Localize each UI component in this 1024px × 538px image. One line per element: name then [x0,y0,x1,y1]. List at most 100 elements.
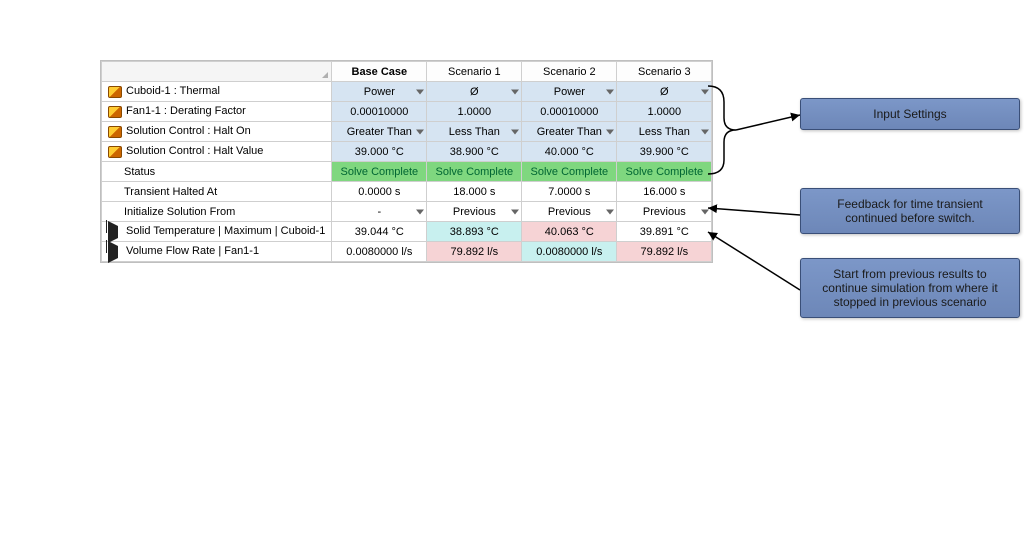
cell-value: Less Than [449,126,500,138]
grid-cell[interactable]: Ø [427,82,522,102]
grid-cell[interactable]: Previous [522,202,617,222]
row-label[interactable]: Solid Temperature | Maximum | Cuboid-1 [102,222,332,242]
row-label[interactable]: Volume Flow Rate | Fan1-1 [102,242,332,262]
goal-flag-icon [108,226,122,238]
dropdown-icon[interactable] [511,209,519,214]
grid-cell[interactable]: 39.900 °C [617,142,712,162]
grid-cell[interactable]: 38.900 °C [427,142,522,162]
grid-cell[interactable]: 18.000 s [427,182,522,202]
dropdown-icon[interactable] [606,129,614,134]
grid-cell[interactable]: Previous [617,202,712,222]
grid-cell[interactable]: Ø [617,82,712,102]
scenario-table[interactable]: Base Case Scenario 1 Scenario 2 Scenario… [101,61,712,262]
dropdown-icon[interactable] [701,89,709,94]
grid-cell[interactable]: 0.00010000 [332,102,427,122]
dropdown-icon[interactable] [511,129,519,134]
row-label[interactable]: Solution Control : Halt On [102,122,332,142]
callout-text: Feedback for time transient continued be… [837,197,982,225]
grid-cell[interactable]: 1.0000 [617,102,712,122]
grid-cell[interactable]: 0.0080000 l/s [332,242,427,262]
grid-cell[interactable]: Greater Than [332,122,427,142]
cell-value: Previous [643,206,686,218]
grid-cell[interactable]: 1.0000 [427,102,522,122]
cell-value: Solve Complete [626,166,704,178]
row-label[interactable]: Cuboid-1 : Thermal [102,82,332,102]
row-label[interactable]: Status [102,162,332,182]
dropdown-icon[interactable] [416,89,424,94]
cell-value: 1.0000 [458,106,492,118]
dropdown-icon[interactable] [701,209,709,214]
callout-transient-feedback: Feedback for time transient continued be… [800,188,1020,234]
grid-cell[interactable]: 39.044 °C [332,222,427,242]
grid-cell[interactable]: 79.892 l/s [617,242,712,262]
dropdown-icon[interactable] [416,129,424,134]
cell-value: 0.0080000 l/s [346,246,412,258]
grid-cell[interactable]: 0.0000 s [332,182,427,202]
cell-value: Ø [470,86,479,98]
grid-cell[interactable]: Previous [427,202,522,222]
corner-cell[interactable] [102,62,332,82]
cell-value: Solve Complete [436,166,514,178]
grid-cell[interactable]: 38.893 °C [427,222,522,242]
grid-cell[interactable]: Less Than [617,122,712,142]
parameter-icon [108,126,122,138]
scenario-grid: Base Case Scenario 1 Scenario 2 Scenario… [100,60,713,263]
cell-value: 79.892 l/s [450,246,498,258]
grid-cell[interactable]: 0.0080000 l/s [522,242,617,262]
col-scenario-2[interactable]: Scenario 2 [522,62,617,82]
cell-value: 16.000 s [643,186,685,198]
grid-cell[interactable]: Solve Complete [522,162,617,182]
dropdown-icon[interactable] [606,89,614,94]
expand-triangle-icon[interactable] [322,72,328,78]
cell-value: Solve Complete [531,166,609,178]
grid-cell[interactable]: 0.00010000 [522,102,617,122]
cell-value: 38.900 °C [450,146,499,158]
row-label-text: Solid Temperature | Maximum | Cuboid-1 [126,225,325,237]
row-label-text: Initialize Solution From [124,206,235,218]
row-label-text: Solution Control : Halt On [126,125,251,137]
grid-cell[interactable]: 16.000 s [617,182,712,202]
stage: Base Case Scenario 1 Scenario 2 Scenario… [100,60,980,266]
col-base-case[interactable]: Base Case [332,62,427,82]
table-row: Fan1-1 : Derating Factor0.000100001.0000… [102,102,712,122]
grid-cell[interactable]: 7.0000 s [522,182,617,202]
col-scenario-3[interactable]: Scenario 3 [617,62,712,82]
grid-cell[interactable]: Less Than [427,122,522,142]
row-label[interactable]: Transient Halted At [102,182,332,202]
table-row: Solution Control : Halt Value 39.000 °C 38… [102,142,712,162]
grid-cell[interactable]: 39.000 °C [332,142,427,162]
table-row: Solution Control : Halt On Greater Than Le… [102,122,712,142]
grid-cell[interactable]: - [332,202,427,222]
grid-cell[interactable]: Solve Complete [332,162,427,182]
grid-cell[interactable]: Solve Complete [427,162,522,182]
row-label[interactable]: Initialize Solution From [102,202,332,222]
grid-cell[interactable]: 40.000 °C [522,142,617,162]
grid-cell[interactable]: 39.891 °C [617,222,712,242]
table-row: Solid Temperature | Maximum | Cuboid-1 39… [102,222,712,242]
grid-cell[interactable]: 79.892 l/s [427,242,522,262]
grid-cell[interactable]: Power [332,82,427,102]
grid-cell[interactable]: Power [522,82,617,102]
cell-value: 0.0080000 l/s [536,246,602,258]
dropdown-icon[interactable] [511,89,519,94]
cell-value: Greater Than [537,126,602,138]
grid-cell[interactable]: 40.063 °C [522,222,617,242]
cell-value: 79.892 l/s [640,246,688,258]
cell-value: Previous [453,206,496,218]
grid-cell[interactable]: Greater Than [522,122,617,142]
row-label-text: Volume Flow Rate | Fan1-1 [126,245,259,257]
dropdown-icon[interactable] [416,209,424,214]
dropdown-icon[interactable] [701,129,709,134]
col-scenario-1[interactable]: Scenario 1 [427,62,522,82]
table-row: Cuboid-1 : ThermalPowerØPowerØ [102,82,712,102]
cell-value: Previous [548,206,591,218]
callout-input-settings: Input Settings [800,98,1020,130]
callout-text: Start from previous results to continue … [822,267,997,309]
cell-value: 18.000 s [453,186,495,198]
row-label[interactable]: Fan1-1 : Derating Factor [102,102,332,122]
dropdown-icon[interactable] [606,209,614,214]
grid-cell[interactable]: Solve Complete [617,162,712,182]
row-label[interactable]: Solution Control : Halt Value [102,142,332,162]
row-label-text: Solution Control : Halt Value [126,145,263,157]
cell-value: 0.00010000 [350,106,408,118]
